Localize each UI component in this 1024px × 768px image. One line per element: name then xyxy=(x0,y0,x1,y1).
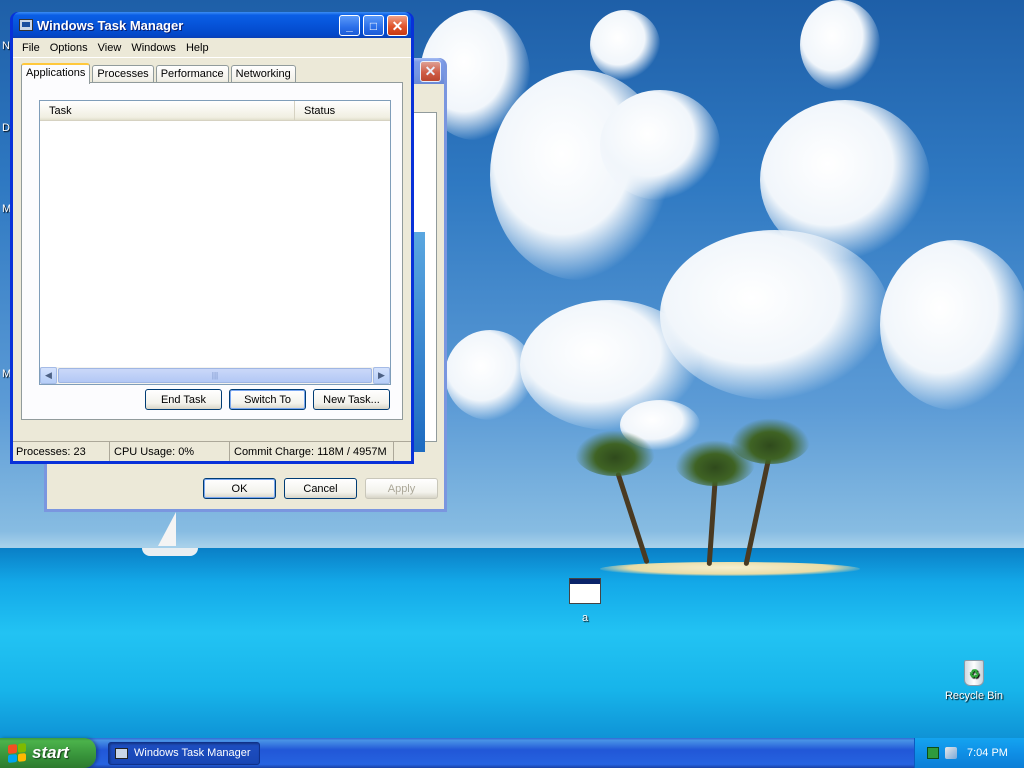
end-task-button[interactable]: End Task xyxy=(145,389,222,410)
tab-strip: Applications Processes Performance Netwo… xyxy=(21,62,298,84)
cloud xyxy=(800,0,880,90)
cloud xyxy=(445,330,535,420)
scroll-left-icon[interactable]: ◀ xyxy=(40,367,57,384)
desktop-icon-recycle-bin[interactable]: ♻ Recycle Bin xyxy=(940,656,1008,702)
desktop-icon-app[interactable]: a xyxy=(562,578,608,624)
menu-file[interactable]: File xyxy=(17,42,45,54)
horizontal-scrollbar[interactable]: ◀ ||| ▶ xyxy=(40,367,390,384)
tab-applications[interactable]: Applications xyxy=(21,63,91,84)
windows-logo-icon xyxy=(8,743,26,763)
sea xyxy=(0,548,1024,738)
desktop-icon-label: Recycle Bin xyxy=(944,690,1004,702)
minimize-icon[interactable]: _ xyxy=(339,15,360,36)
menu-view[interactable]: View xyxy=(93,42,127,54)
tab-processes[interactable]: Processes xyxy=(92,65,154,83)
close-icon[interactable]: ✕ xyxy=(387,15,408,36)
network-status-icon[interactable] xyxy=(927,747,939,759)
status-processes: Processes: 23 xyxy=(13,442,110,461)
menu-windows[interactable]: Windows xyxy=(126,42,181,54)
taskbar: start Windows Task Manager 7:04 PM xyxy=(0,738,1024,768)
palm-fronds xyxy=(575,430,655,476)
scroll-right-icon[interactable]: ▶ xyxy=(373,367,390,384)
task-manager-app-icon xyxy=(19,19,33,31)
clock[interactable]: 7:04 PM xyxy=(967,747,1008,759)
cloud xyxy=(590,10,660,80)
taskbar-item-task-manager[interactable]: Windows Task Manager xyxy=(108,741,260,765)
system-tray: 7:04 PM xyxy=(914,738,1024,768)
task-manager-body: File Options View Windows Help Applicati… xyxy=(13,38,411,461)
maximize-icon[interactable]: □ xyxy=(363,15,384,36)
desktop-icon-label-clipped[interactable]: N xyxy=(2,40,10,52)
safely-remove-hardware-icon[interactable] xyxy=(945,747,957,759)
menu-bar: File Options View Windows Help xyxy=(13,38,411,58)
task-list-header: Task Status xyxy=(40,101,390,121)
status-commit-charge: Commit Charge: 118M / 4957M xyxy=(230,442,394,461)
status-cpu-usage: CPU Usage: 0% xyxy=(110,442,230,461)
column-header-task[interactable]: Task xyxy=(40,101,295,120)
cloud xyxy=(600,90,720,200)
sailboat-hull xyxy=(142,548,198,556)
desktop-icon-label-clipped[interactable]: D xyxy=(2,122,10,134)
new-task-button[interactable]: New Task... xyxy=(313,389,390,410)
close-icon[interactable]: ✕ xyxy=(420,60,441,82)
start-button[interactable]: start xyxy=(0,738,96,768)
desktop-icon-label: a xyxy=(581,612,589,624)
column-header-status[interactable]: Status xyxy=(295,101,390,120)
task-manager-window[interactable]: Windows Task Manager _ □ ✕ File Options … xyxy=(10,12,414,464)
ok-button[interactable]: OK xyxy=(203,478,276,499)
recycle-bin-icon: ♻ xyxy=(959,656,989,686)
resize-grip[interactable] xyxy=(394,442,411,461)
menu-help[interactable]: Help xyxy=(181,42,214,54)
menu-options[interactable]: Options xyxy=(45,42,93,54)
island-sand xyxy=(600,562,860,576)
tab-performance[interactable]: Performance xyxy=(155,65,229,83)
scrollbar-thumb[interactable]: ||| xyxy=(58,368,372,383)
switch-to-button[interactable]: Switch To xyxy=(229,389,306,410)
task-manager-app-icon xyxy=(115,747,128,759)
applications-panel: Task Status ◀ ||| ▶ End Task Switch To N… xyxy=(21,82,403,420)
tab-networking[interactable]: Networking xyxy=(230,65,296,83)
start-label: start xyxy=(32,743,69,762)
window-app-icon xyxy=(569,578,601,604)
cloud xyxy=(880,240,1024,410)
palm-fronds xyxy=(730,418,810,464)
window-title: Windows Task Manager xyxy=(37,17,184,33)
apply-button[interactable]: Apply xyxy=(365,478,438,499)
cancel-button[interactable]: Cancel xyxy=(284,478,357,499)
task-manager-titlebar[interactable]: Windows Task Manager _ □ ✕ xyxy=(13,12,411,38)
status-bar: Processes: 23 CPU Usage: 0% Commit Charg… xyxy=(13,441,411,461)
task-list[interactable]: Task Status ◀ ||| ▶ xyxy=(39,100,391,385)
taskbar-item-label: Windows Task Manager xyxy=(134,747,251,759)
dialog-content-strip xyxy=(413,232,425,452)
sailboat-sail xyxy=(158,512,176,546)
